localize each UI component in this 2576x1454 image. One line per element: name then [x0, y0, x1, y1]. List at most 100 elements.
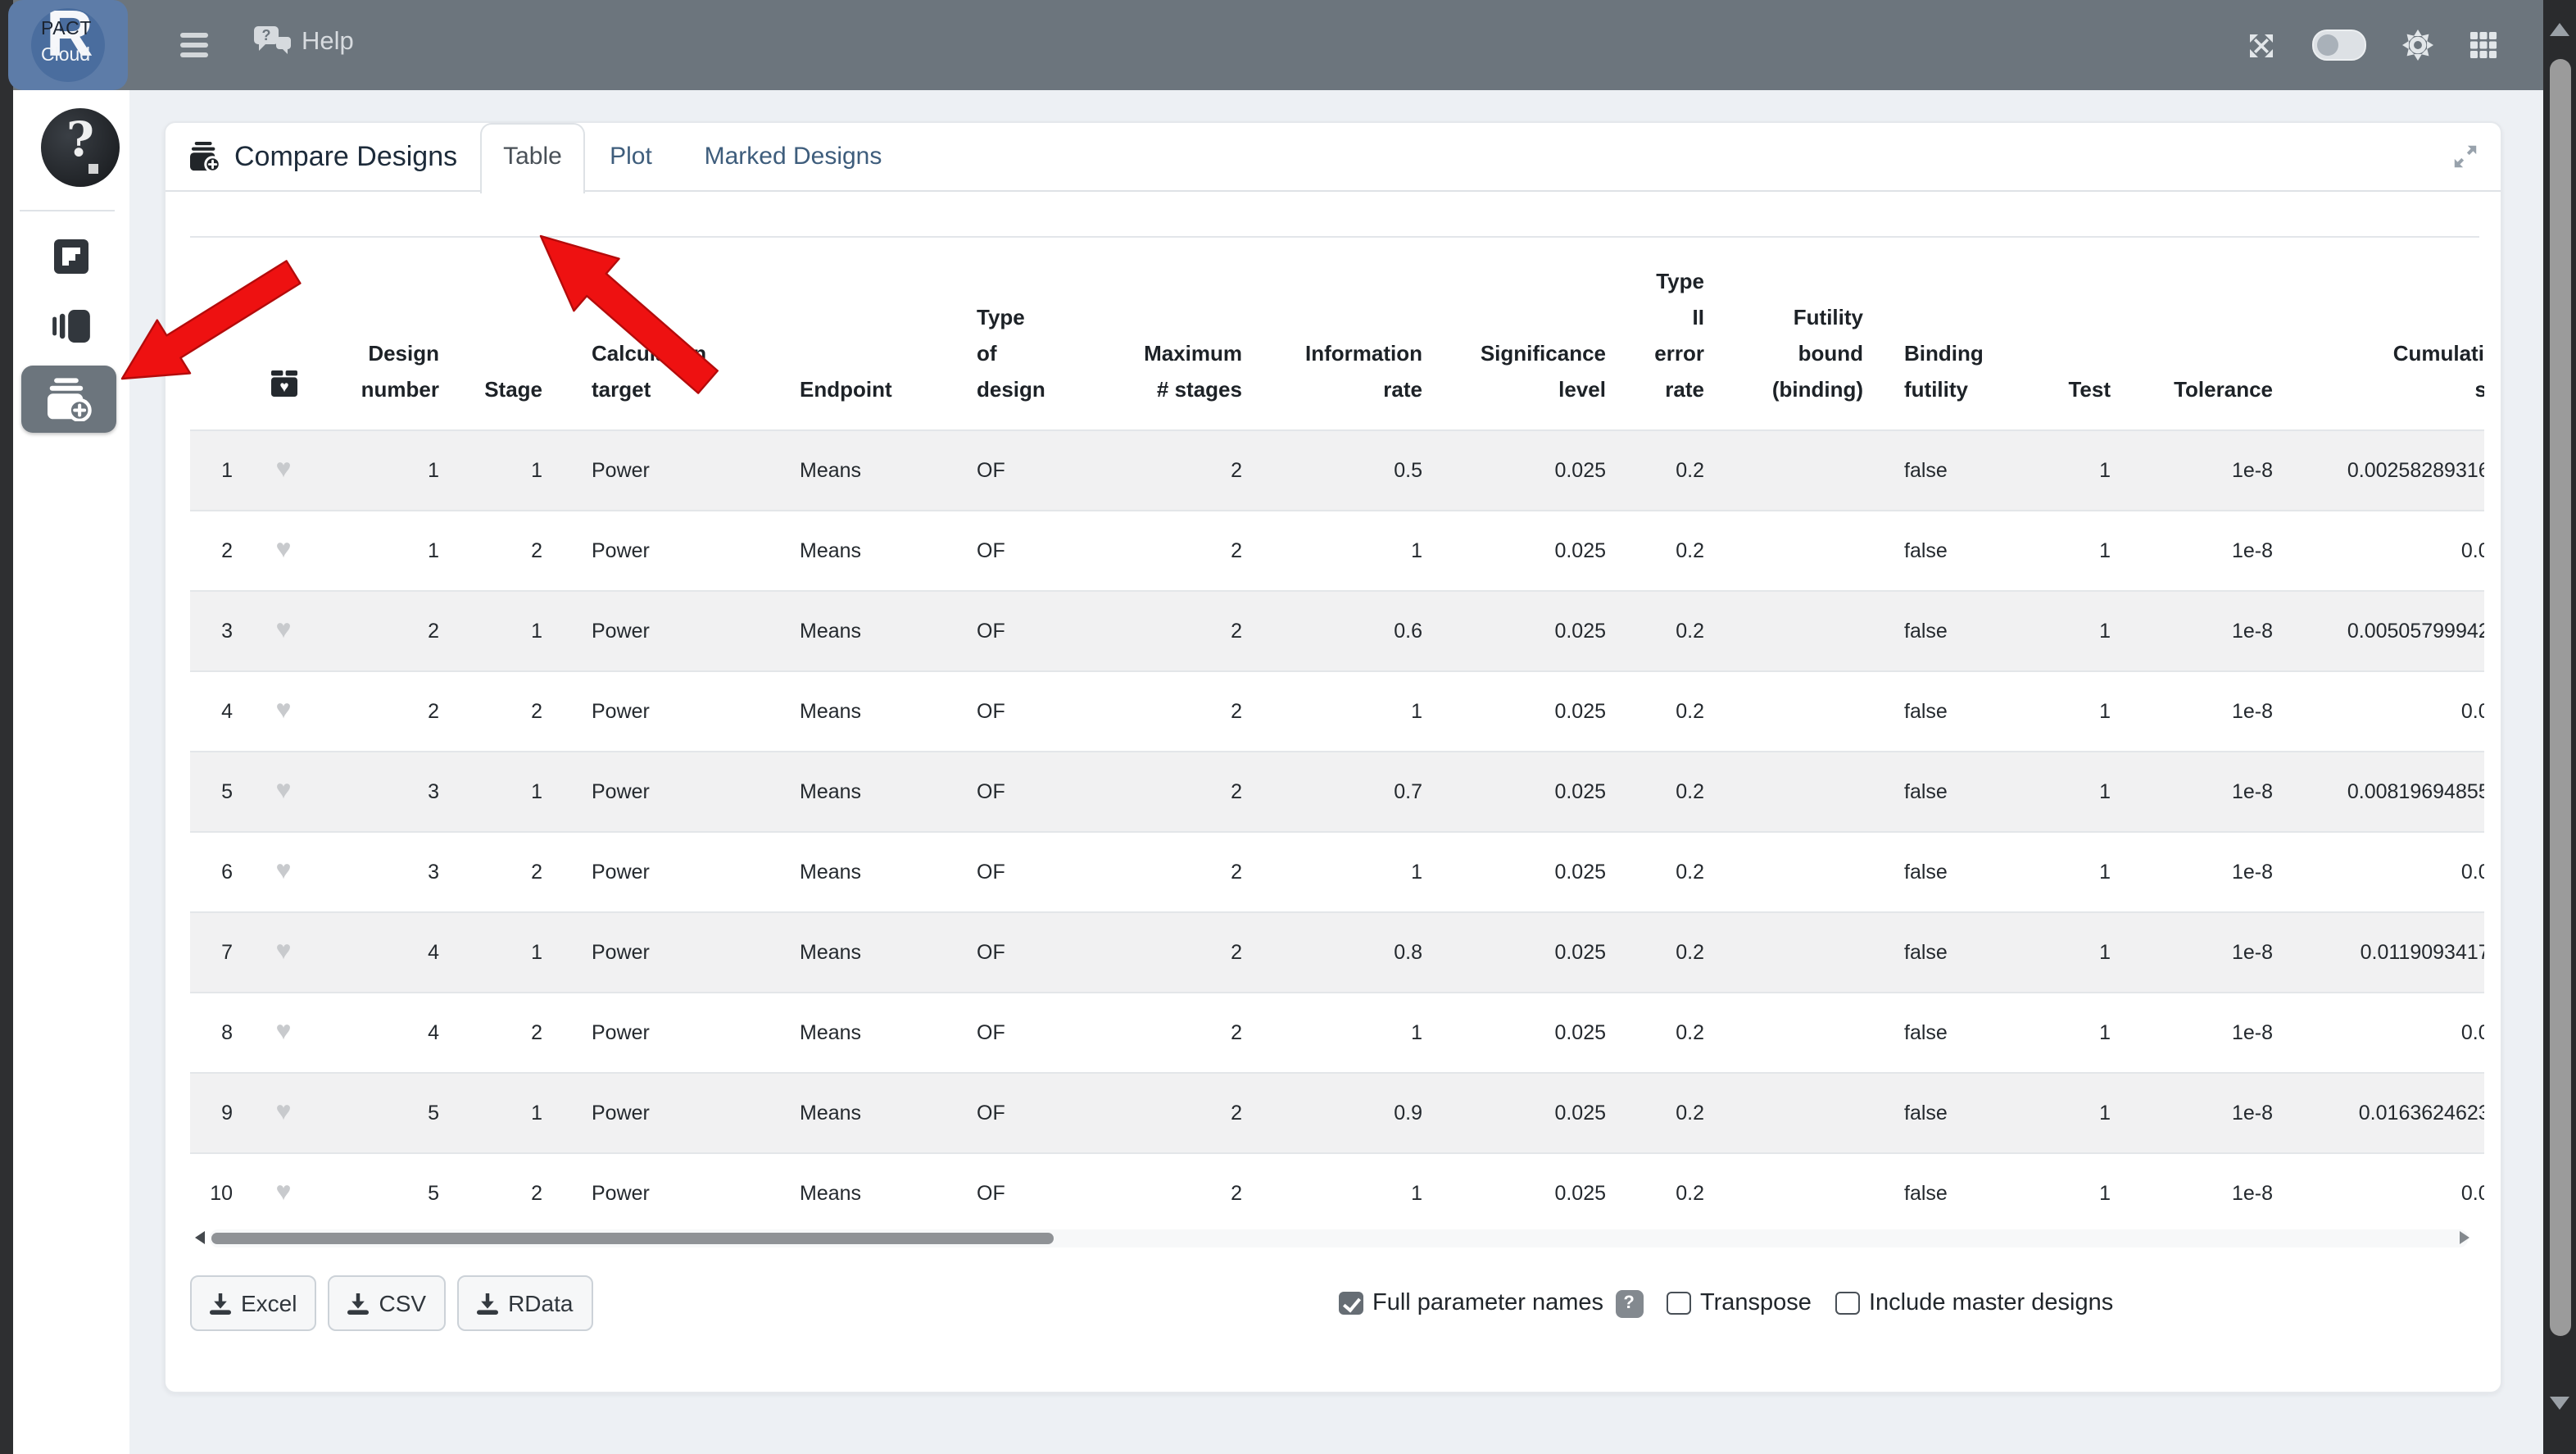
table-cell-information-rate: 1 [1250, 671, 1431, 752]
fullscreen-icon[interactable] [2247, 30, 2276, 60]
table-cell-significance-level: 0.025 [1431, 591, 1614, 671]
table-cell-tolerance: 1e-8 [2119, 752, 2281, 832]
table-cell-cumulative-alpha-spending: 0.02499999 [2281, 832, 2484, 912]
table-cell-stage: 2 [447, 993, 551, 1073]
excel-export-button[interactable]: Excel [190, 1275, 316, 1331]
table-cell-row-index: 3 [190, 591, 241, 671]
settings-sun-icon[interactable] [2402, 30, 2433, 61]
hscroll-thumb[interactable] [211, 1232, 1054, 1244]
table-cell-tolerance: 1e-8 [2119, 671, 2281, 752]
table-row: 7 ♥ 41PowerMeansOF20.80.0250.2false11e-8… [190, 912, 2484, 993]
table-row: 1 ♥ 11PowerMeansOF20.50.0250.2false11e-8… [190, 430, 2484, 511]
heart-icon[interactable]: ♥ [276, 857, 292, 885]
table-cell-type-2-error-rate: 0.2 [1614, 993, 1712, 1073]
table-cell-tolerance: 1e-8 [2119, 511, 2281, 591]
logo-line2: Cloud [41, 46, 90, 66]
sidebar-item-compare-designs[interactable] [21, 366, 116, 433]
table-cell-futility-bound-binding [1712, 591, 1871, 671]
hscroll-right-arrow-icon[interactable] [2460, 1231, 2469, 1244]
top-navbar: ? Help [13, 0, 2543, 90]
heart-icon[interactable]: ♥ [276, 456, 292, 484]
table-cell-tolerance: 1e-8 [2119, 430, 2281, 511]
help-label: Help [302, 27, 354, 57]
theme-toggle[interactable] [2312, 30, 2366, 61]
heart-icon[interactable]: ♥ [276, 536, 292, 564]
table-cell-type-of-design: OF [947, 1153, 1055, 1226]
table-cell-cumulative-alpha-spending: 0.01636246236008376 [2281, 1073, 2484, 1153]
csv-export-button[interactable]: CSV [328, 1275, 446, 1331]
app-logo[interactable]: R PACT Cloud [8, 0, 128, 90]
table-cell-maximum-stages: 2 [1055, 1153, 1250, 1226]
checkbox-box[interactable] [1339, 1292, 1363, 1315]
table-row: 6 ♥ 32PowerMeansOF210.0250.2false11e-80.… [190, 832, 2484, 912]
sidebar-item-designs[interactable] [13, 239, 129, 274]
rdata-export-button[interactable]: RData [457, 1275, 592, 1331]
table-cell-stage: 2 [447, 1153, 551, 1226]
table-cell-stage: 2 [447, 671, 551, 752]
table-cell-significance-level: 0.025 [1431, 511, 1614, 591]
table-cell-binding-futility: false [1871, 832, 2025, 912]
heart-icon[interactable]: ♥ [276, 1018, 292, 1046]
table-cell-significance-level: 0.025 [1431, 912, 1614, 993]
column-header-significance-level: Significance level [1431, 238, 1614, 430]
table-cell-stage: 1 [447, 1073, 551, 1153]
table-cell-type-of-design: OF [947, 912, 1055, 993]
heart-icon[interactable]: ♥ [276, 616, 292, 644]
checkbox-full-parameter-names[interactable]: Full parameter names ? [1339, 1275, 1643, 1331]
checkbox-include-master-designs[interactable]: Include master designs [1835, 1275, 2113, 1331]
tab-plot[interactable]: Plot [582, 123, 680, 190]
table-cell-maximum-stages: 2 [1055, 1073, 1250, 1153]
table-cell-information-rate: 0.5 [1250, 430, 1431, 511]
sidebar: ? [13, 90, 129, 1454]
table-cell-tolerance: 1e-8 [2119, 1153, 2281, 1226]
table-cell-information-rate: 0.9 [1250, 1073, 1431, 1153]
help-badge-icon[interactable]: ? [1615, 1289, 1643, 1317]
logo-circle: R PACT Cloud [31, 8, 105, 82]
table-cell-stage: 2 [447, 511, 551, 591]
column-header-test: Test [2025, 238, 2119, 430]
checkbox-transpose[interactable]: Transpose [1667, 1275, 1812, 1331]
user-avatar[interactable]: ? [41, 108, 120, 187]
sidebar-item-cards[interactable] [13, 310, 129, 343]
table-cell-calculation-target: Power [551, 511, 764, 591]
table-cell-endpoint: Means [764, 993, 947, 1073]
window-left-edge [0, 0, 13, 1454]
tab-marked-designs[interactable]: Marked Designs [680, 123, 906, 190]
checkbox-box[interactable] [1835, 1292, 1859, 1315]
heart-icon[interactable]: ♥ [276, 1179, 292, 1206]
table-cell-type-2-error-rate: 0.2 [1614, 591, 1712, 671]
table-cell-stage: 1 [447, 752, 551, 832]
heart-icon[interactable]: ♥ [276, 777, 292, 805]
table-cell-tolerance: 1e-8 [2119, 832, 2281, 912]
vscroll-up-arrow-icon[interactable] [2550, 23, 2569, 36]
grid-apps-icon[interactable] [2469, 31, 2497, 59]
table-cell-information-rate: 0.8 [1250, 912, 1431, 993]
checkbox-box[interactable] [1667, 1292, 1690, 1315]
vscroll-thumb[interactable] [2549, 59, 2570, 1336]
download-icon [210, 1293, 231, 1314]
table-cell-futility-bound-binding [1712, 430, 1871, 511]
vscroll-down-arrow-icon[interactable] [2550, 1397, 2569, 1410]
hscroll-left-arrow-icon[interactable] [195, 1231, 205, 1244]
help-menu[interactable]: ? Help [254, 26, 354, 57]
card-expand-button[interactable] [2451, 143, 2479, 179]
table-cell-binding-futility: false [1871, 1073, 2025, 1153]
table-cell-endpoint: Means [764, 511, 947, 591]
table-cell-row-index: 7 [190, 912, 241, 993]
column-header-type-2-error-rate: Type II error rate [1614, 238, 1712, 430]
table-cell-type-of-design: OF [947, 591, 1055, 671]
heart-icon[interactable]: ♥ [276, 697, 292, 725]
table-cell-type-of-design: OF [947, 993, 1055, 1073]
table-cell-type-2-error-rate: 0.2 [1614, 912, 1712, 993]
tab-table[interactable]: Table [480, 123, 585, 193]
vertical-scrollbar[interactable] [2543, 0, 2576, 1454]
table-cell-row-index: 2 [190, 511, 241, 591]
heart-icon[interactable]: ♥ [276, 938, 292, 966]
table-cell-row-index: 1 [190, 430, 241, 511]
table-cell-calculation-target: Power [551, 752, 764, 832]
table-cell-binding-futility: false [1871, 993, 2025, 1073]
avatar-chip [88, 164, 98, 174]
table-cell-maximum-stages: 2 [1055, 430, 1250, 511]
heart-icon[interactable]: ♥ [276, 1098, 292, 1126]
hamburger-menu-icon[interactable] [180, 33, 210, 56]
